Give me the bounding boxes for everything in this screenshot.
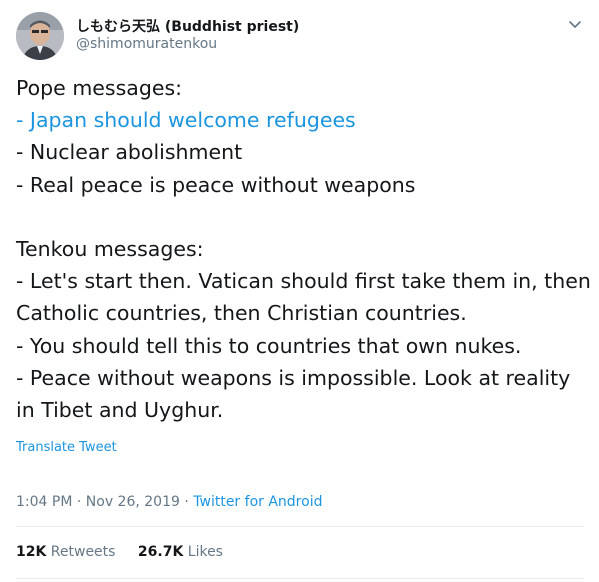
retweets-stat[interactable]: 12K Retweets — [16, 544, 115, 560]
tweet-text-link[interactable]: - Japan should welcome refugees — [16, 108, 356, 132]
tweet-text-line: Pope messages: — [16, 76, 183, 100]
likes-stat[interactable]: 26.7K Likes — [138, 544, 223, 560]
tweet-text-line: - Peace without weapons is impossible. L… — [16, 365, 571, 390]
divider — [16, 578, 584, 579]
likes-count: 26.7K — [137, 544, 184, 560]
meta-separator: · — [179, 494, 194, 510]
likes-label: Likes — [187, 544, 223, 560]
tweet-text-line: Catholic countries, then Christian count… — [16, 301, 467, 326]
tweet-text: Pope messages: - Japan should welcome re… — [16, 72, 591, 426]
retweets-count: 12K — [16, 544, 47, 560]
tweet-text-blank-line — [16, 201, 586, 233]
chevron-down-icon[interactable] — [565, 14, 585, 34]
tweet-text-line: in Tibet and Uyghur. — [16, 397, 224, 422]
tweet-text-line: - Nuclear abolishment — [16, 140, 243, 165]
meta-separator: · — [72, 494, 86, 510]
tweet-text-line: - You should tell this to countries that… — [16, 333, 522, 358]
tweet-stats: 12K Retweets 26.7K Likes — [16, 544, 241, 560]
tweet-meta: 1:04 PM · Nov 26, 2019 · Twitter for And… — [16, 494, 322, 510]
retweets-label: Retweets — [50, 544, 116, 560]
author-handle[interactable]: @shimomuratenkou — [76, 36, 217, 52]
translate-tweet-link[interactable]: Translate Tweet — [16, 440, 117, 455]
tweet-source-link[interactable]: Twitter for Android — [193, 494, 322, 510]
tweet-date[interactable]: Nov 26, 2019 — [86, 494, 180, 510]
tweet-card: しもむら天弘 (Buddhist priest) @shimomuratenko… — [0, 0, 599, 582]
author-display-name[interactable]: しもむら天弘 (Buddhist priest) — [76, 16, 299, 36]
tweet-text-line: Tenkou messages: — [16, 236, 204, 261]
tweet-time[interactable]: 1:04 PM — [16, 494, 72, 510]
divider — [16, 526, 584, 527]
tweet-text-line: - Let's start then. Vatican should first… — [16, 269, 591, 294]
avatar[interactable] — [16, 12, 64, 60]
tweet-text-line: - Real peace is peace without weapons — [16, 172, 416, 197]
